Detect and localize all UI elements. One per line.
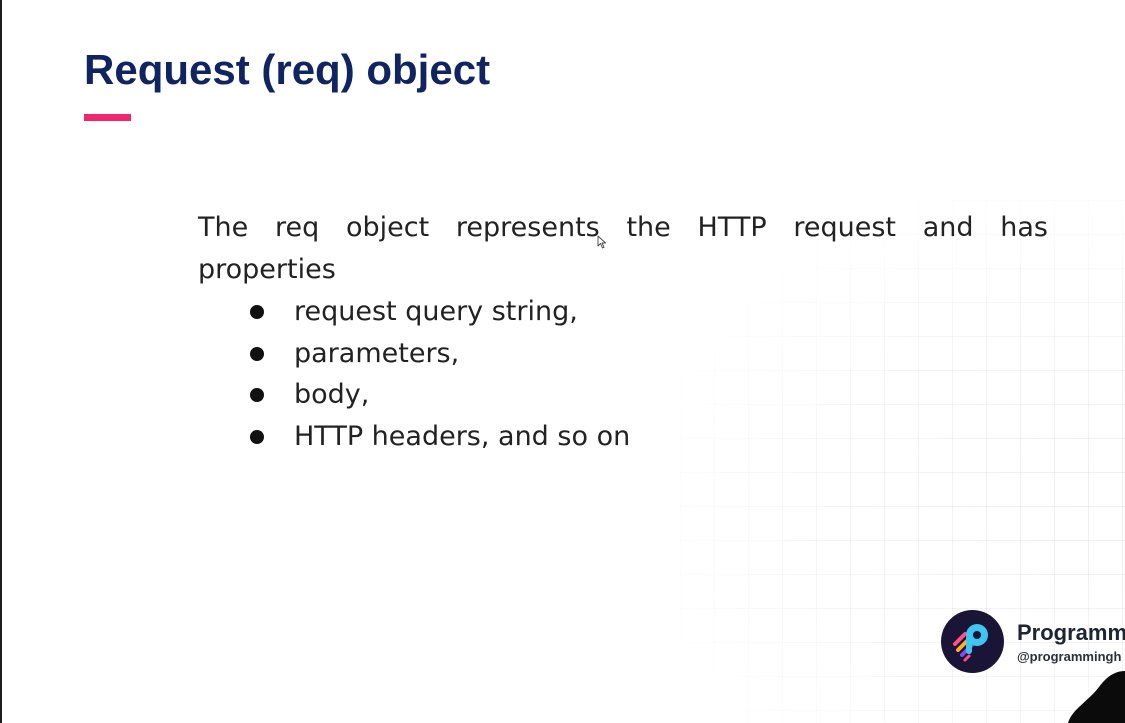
intro-text: The req object represents the HTTP reque…: [198, 212, 1048, 285]
list-item-text: parameters,: [294, 337, 460, 369]
list-item: HTTP headers, and so on: [250, 416, 1048, 458]
presenter-silhouette: [1068, 671, 1125, 723]
slide-title: Request (req) object: [84, 46, 491, 93]
list-item: request query string,: [250, 291, 1048, 333]
bullet-dot-icon: [250, 388, 264, 402]
list-item-text: request query string,: [294, 296, 578, 327]
slide-content: The req object represents the HTTP reque…: [198, 207, 1048, 457]
list-item-text: HTTP headers, and so on: [294, 420, 631, 452]
list-item-text: body,: [294, 379, 370, 410]
brand-handle: @programmingh: [1017, 649, 1122, 664]
bullet-dot-icon: [250, 305, 264, 319]
window-edge: [0, 0, 2, 723]
bullet-list: request query string, parameters, body, …: [198, 291, 1048, 457]
presentation-slide: Request (req) object The req object repr…: [0, 0, 1125, 723]
list-item: body,: [250, 374, 1048, 416]
bullet-dot-icon: [250, 346, 264, 361]
bullet-dot-icon: [250, 429, 264, 444]
brand-name: Programm: [1017, 620, 1125, 645]
programiz-logo-icon: [941, 610, 1004, 673]
mouse-pointer-icon: [597, 235, 606, 249]
list-item: parameters,: [250, 333, 1048, 375]
title-accent-bar: [84, 114, 131, 121]
